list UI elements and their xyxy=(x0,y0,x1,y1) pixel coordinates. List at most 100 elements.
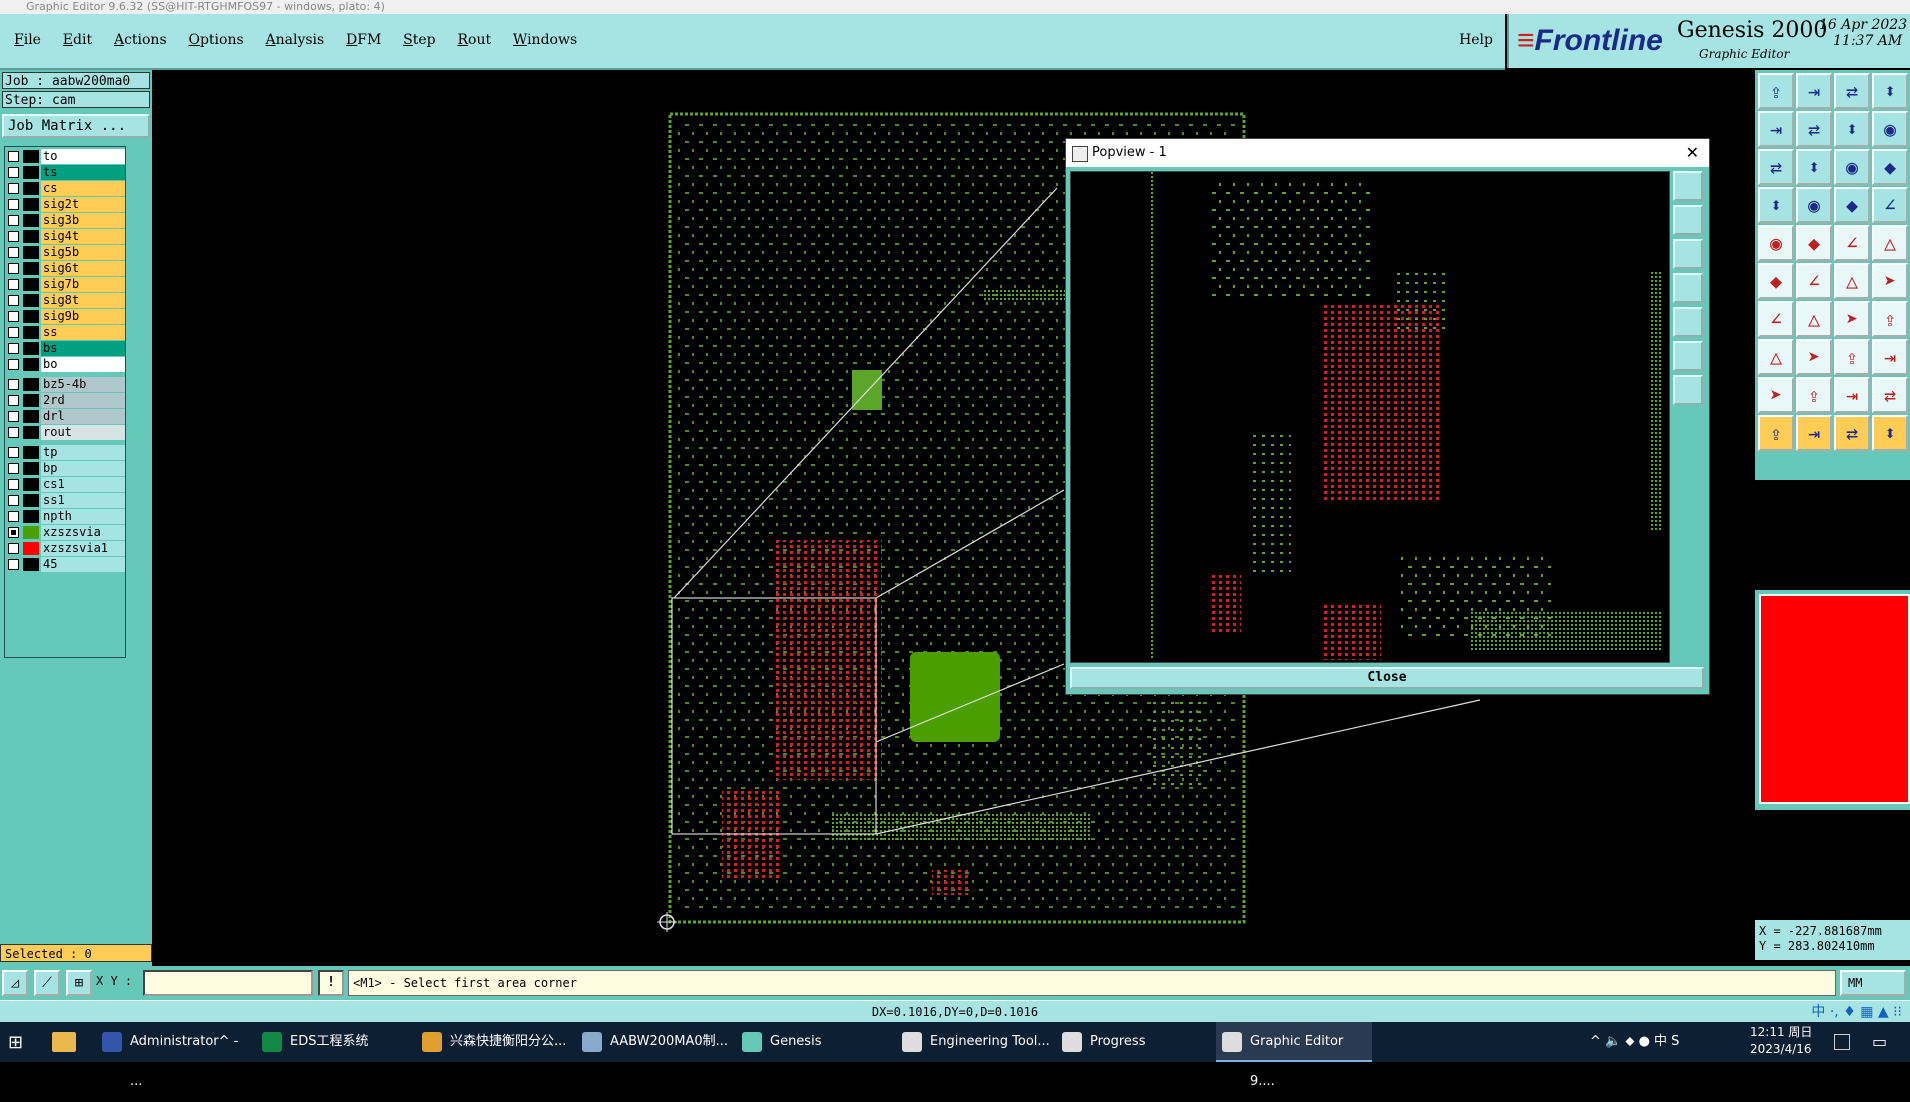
layer-name[interactable]: 45 xyxy=(41,557,125,572)
popview-zoom-out-button[interactable] xyxy=(1673,375,1703,405)
popview-canvas[interactable] xyxy=(1070,171,1670,663)
layer-name[interactable]: bo xyxy=(41,357,125,372)
tool-button-edit-icon[interactable]: ⇥ xyxy=(1796,415,1832,451)
tool-button-view-icon[interactable]: ∠ xyxy=(1796,263,1832,299)
popview-zoom-in-button[interactable] xyxy=(1673,341,1703,371)
layer-color-swatch[interactable] xyxy=(23,198,39,211)
tool-button-layer-icon[interactable]: ⇥ xyxy=(1758,111,1794,147)
tool-button-layer-icon[interactable]: ◉ xyxy=(1796,187,1832,223)
layer-name[interactable]: xzszsvia xyxy=(41,525,125,540)
file-explorer-icon[interactable] xyxy=(52,1032,76,1052)
tool-button-draw-icon[interactable]: ➤ xyxy=(1758,377,1794,413)
layer-color-swatch[interactable] xyxy=(23,462,39,475)
popview-pan-right-button[interactable] xyxy=(1673,307,1703,337)
layer-checkbox[interactable] xyxy=(8,343,19,354)
tool-button-view-icon[interactable]: ◉ xyxy=(1758,225,1794,261)
layer-color-swatch[interactable] xyxy=(23,410,39,423)
tool-button-layer-icon[interactable]: ◉ xyxy=(1834,149,1870,185)
tool-button-layer-icon[interactable]: ⇪ xyxy=(1758,73,1794,109)
layer-name[interactable]: sig6t xyxy=(41,261,125,276)
popview-pan-up-button[interactable] xyxy=(1673,205,1703,235)
layer-color-swatch[interactable] xyxy=(23,326,39,339)
tool-button-layer-icon[interactable]: ⇄ xyxy=(1758,149,1794,185)
snap-icon[interactable]: ◿ xyxy=(2,970,28,996)
layer-name[interactable]: 2rd xyxy=(41,393,125,408)
layer-checkbox[interactable] xyxy=(8,279,19,290)
layer-color-swatch[interactable] xyxy=(23,214,39,227)
menu-rout[interactable]: Rout xyxy=(457,32,491,48)
popview-window[interactable]: Popview - 1 ✕ Close xyxy=(1065,138,1710,695)
layer-checkbox[interactable] xyxy=(8,447,19,458)
layer-name[interactable]: sig7b xyxy=(41,277,125,292)
tool-button-filter-icon[interactable]: ⇪ xyxy=(1834,339,1870,375)
layer-name[interactable]: rout xyxy=(41,425,125,440)
layer-name[interactable]: npth xyxy=(41,509,125,524)
layer-name[interactable]: bs xyxy=(41,341,125,356)
layer-checkbox[interactable] xyxy=(8,463,19,474)
taskbar-clock[interactable]: 12:11 周日 2023/4/16 xyxy=(1750,1024,1812,1058)
tool-button-filter-icon[interactable]: △ xyxy=(1758,339,1794,375)
taskbar-item[interactable]: Administrator^ - ... xyxy=(96,1022,252,1089)
menu-windows[interactable]: Windows xyxy=(513,32,577,48)
tool-button-layer-icon[interactable]: ◆ xyxy=(1872,149,1908,185)
layer-checkbox[interactable] xyxy=(8,427,19,438)
menu-options[interactable]: Options xyxy=(188,32,243,48)
layer-name[interactable]: cs1 xyxy=(41,477,125,492)
layer-name[interactable]: tp xyxy=(41,445,125,460)
layer-checkbox[interactable] xyxy=(8,247,19,258)
tool-button-layer-icon[interactable]: ⇄ xyxy=(1796,111,1832,147)
notification-icon[interactable]: ▭ xyxy=(1872,1032,1887,1051)
layer-color-swatch[interactable] xyxy=(23,294,39,307)
measure-icon[interactable]: ⟋ xyxy=(34,970,60,996)
layer-row[interactable]: tp xyxy=(5,445,125,460)
tool-button-draw-icon[interactable]: ⇥ xyxy=(1834,377,1870,413)
layer-color-swatch[interactable] xyxy=(23,478,39,491)
layer-row[interactable]: bz5-4b xyxy=(5,377,125,392)
taskbar-item[interactable]: Engineering Tool... xyxy=(896,1022,1052,1062)
tool-button-view-icon[interactable]: △ xyxy=(1872,225,1908,261)
taskbar-item[interactable]: Graphic Editor 9.... xyxy=(1216,1022,1372,1089)
layer-color-swatch[interactable] xyxy=(23,182,39,195)
layer-row[interactable]: bp xyxy=(5,461,125,476)
layer-name[interactable]: sig5b xyxy=(41,245,125,260)
layer-name[interactable]: ss xyxy=(41,325,125,340)
tool-button-edit-icon[interactable]: ⇄ xyxy=(1834,415,1870,451)
layer-color-swatch[interactable] xyxy=(23,510,39,523)
layer-name[interactable]: sig8t xyxy=(41,293,125,308)
tool-button-filter-icon[interactable]: ⇥ xyxy=(1872,339,1908,375)
layer-color-swatch[interactable] xyxy=(23,446,39,459)
taskbar-item[interactable]: AABW200MA0制... xyxy=(576,1022,732,1062)
windows-start-icon[interactable]: ⊞ xyxy=(8,1032,23,1053)
layer-checkbox[interactable] xyxy=(8,479,19,490)
layer-checkbox[interactable] xyxy=(8,395,19,406)
layer-checkbox[interactable] xyxy=(8,495,19,506)
tool-button-layer-icon[interactable]: ◆ xyxy=(1834,187,1870,223)
layer-color-swatch[interactable] xyxy=(23,150,39,163)
layer-checkbox[interactable] xyxy=(8,559,19,570)
tool-button-view-icon[interactable]: ➤ xyxy=(1834,301,1870,337)
layer-color-swatch[interactable] xyxy=(23,358,39,371)
tool-button-view-icon[interactable]: ◆ xyxy=(1758,263,1794,299)
layer-color-swatch[interactable] xyxy=(23,230,39,243)
layer-row[interactable]: rout xyxy=(5,425,125,440)
layer-name[interactable]: sig3b xyxy=(41,213,125,228)
tool-button-draw-icon[interactable]: ⇄ xyxy=(1872,377,1908,413)
layer-name[interactable]: cs xyxy=(41,181,125,196)
layer-checkbox[interactable] xyxy=(8,231,19,242)
layer-row[interactable]: bo xyxy=(5,357,125,372)
layer-checkbox[interactable] xyxy=(8,215,19,226)
popview-title-bar[interactable]: Popview - 1 ✕ xyxy=(1066,139,1709,167)
layer-color-swatch[interactable] xyxy=(23,542,39,555)
layer-row[interactable]: ss1 xyxy=(5,493,125,508)
layer-row[interactable]: xzszsvia1 xyxy=(5,541,125,556)
tool-button-view-icon[interactable]: ∠ xyxy=(1758,301,1794,337)
layer-checkbox[interactable] xyxy=(8,411,19,422)
menu-step[interactable]: Step xyxy=(403,32,435,48)
layer-color-swatch[interactable] xyxy=(23,558,39,571)
xy-input[interactable] xyxy=(143,970,313,996)
layer-name[interactable]: sig9b xyxy=(41,309,125,324)
layer-color-swatch[interactable] xyxy=(23,342,39,355)
layer-row[interactable]: sig3b xyxy=(5,213,125,228)
layer-checkbox[interactable] xyxy=(8,311,19,322)
tool-button-layer-icon[interactable]: ⬍ xyxy=(1872,73,1908,109)
